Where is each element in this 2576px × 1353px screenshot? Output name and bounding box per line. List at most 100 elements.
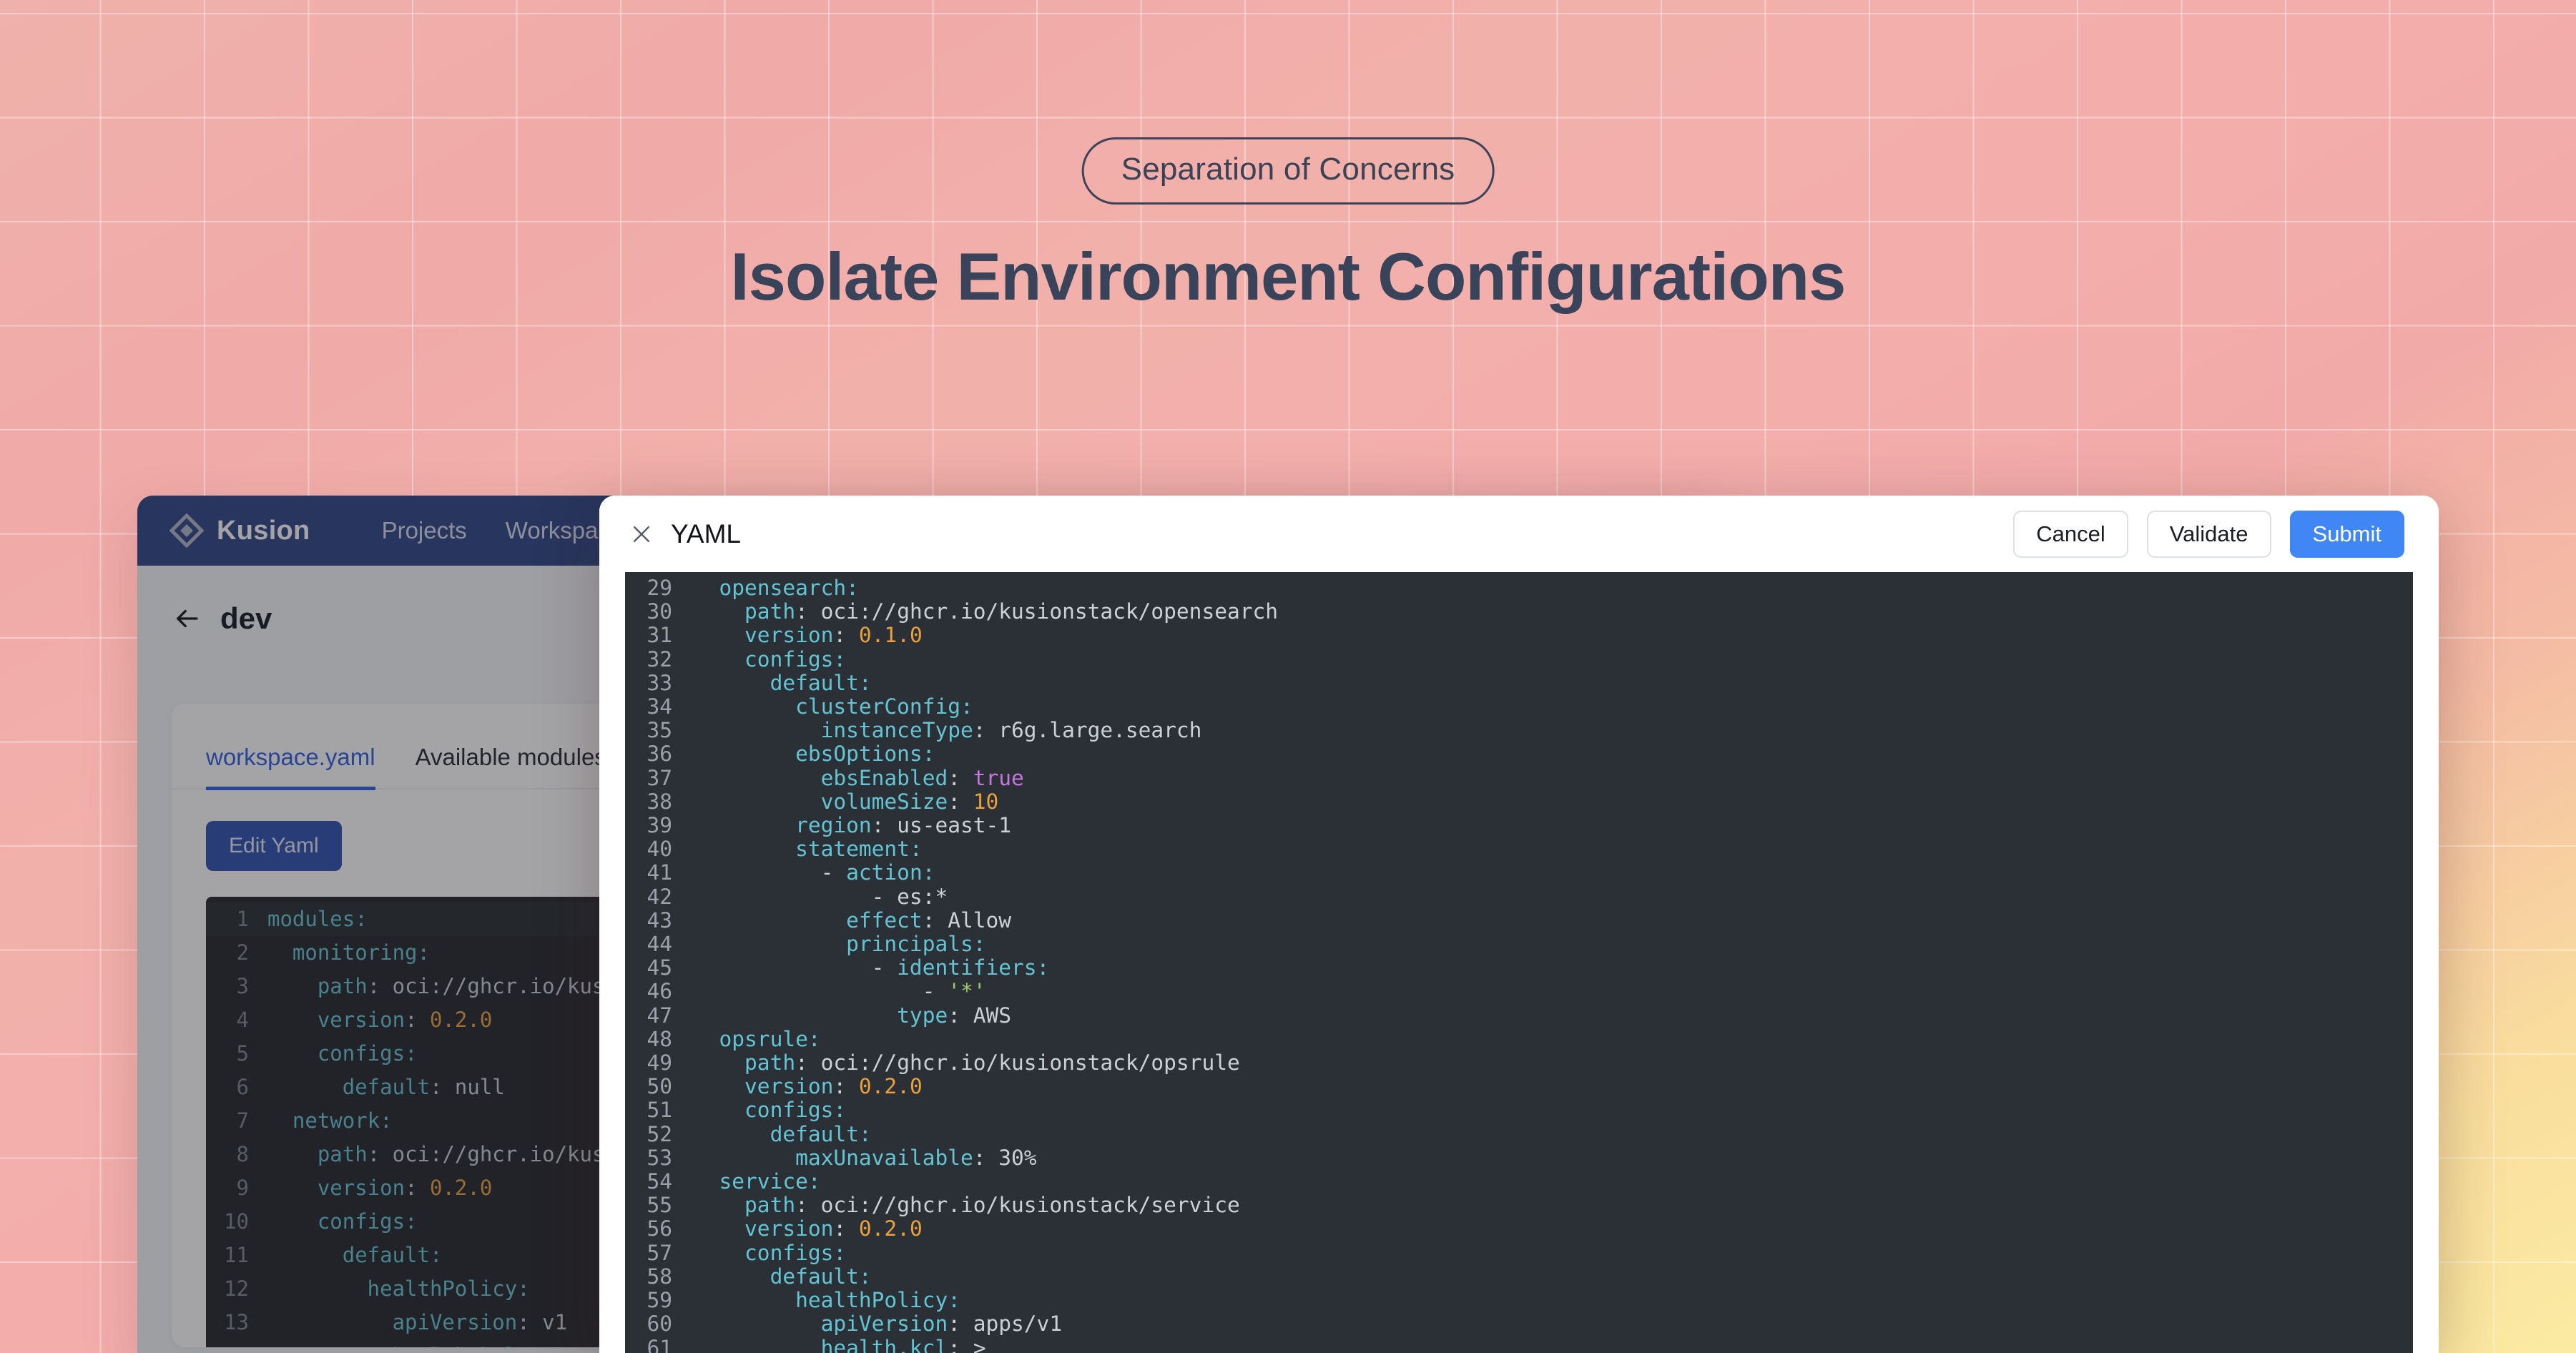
code-line: 29 opensearch: (625, 576, 2413, 600)
line-number: 30 (625, 600, 694, 624)
line-number: 57 (625, 1241, 694, 1265)
code-line: 40 statement: (625, 837, 2413, 861)
line-number: 39 (625, 814, 694, 837)
line-number: 33 (625, 671, 694, 695)
line-number: 59 (625, 1289, 694, 1312)
code-line-text: - action: (694, 861, 935, 885)
code-line-text: path: oci://ghcr.io/kusionstack/service (694, 1194, 1240, 1217)
code-line-text: type: AWS (694, 1004, 1011, 1028)
code-line-text: opensearch: (694, 576, 859, 600)
code-line: 45 - identifiers: (625, 956, 2413, 980)
code-line: 33 default: (625, 671, 2413, 695)
line-number: 58 (625, 1265, 694, 1289)
line-number: 37 (625, 767, 694, 790)
code-line-text: - '*' (694, 980, 986, 1003)
code-line-text: configs: (694, 1241, 846, 1265)
code-line: 47 type: AWS (625, 1004, 2413, 1028)
line-number: 48 (625, 1028, 694, 1051)
validate-button[interactable]: Validate (2147, 511, 2271, 558)
code-line: 55 path: oci://ghcr.io/kusionstack/servi… (625, 1194, 2413, 1217)
line-number: 51 (625, 1098, 694, 1122)
line-number: 61 (625, 1337, 694, 1353)
code-line-text: instanceType: r6g.large.search (694, 719, 1201, 742)
code-line-text: version: 0.2.0 (694, 1217, 923, 1241)
code-line: 56 version: 0.2.0 (625, 1217, 2413, 1241)
line-number: 40 (625, 837, 694, 861)
code-line: 36 ebsOptions: (625, 742, 2413, 766)
code-line: 52 default: (625, 1123, 2413, 1146)
line-number: 43 (625, 909, 694, 933)
line-number: 29 (625, 576, 694, 600)
code-line-text: configs: (694, 648, 846, 671)
line-number: 60 (625, 1312, 694, 1336)
code-line-text: principals: (694, 933, 986, 956)
line-number: 36 (625, 742, 694, 766)
code-line-text: effect: Allow (694, 909, 1011, 933)
code-line: 35 instanceType: r6g.large.search (625, 719, 2413, 742)
page-title: Isolate Environment Configurations (731, 238, 1846, 315)
modal-actions: Cancel Validate Submit (2013, 511, 2404, 558)
line-number: 32 (625, 648, 694, 671)
code-line: 53 maxUnavailable: 30% (625, 1146, 2413, 1170)
modal-header: YAML Cancel Validate Submit (599, 496, 2439, 572)
line-number: 47 (625, 1004, 694, 1028)
code-line-text: maxUnavailable: 30% (694, 1146, 1037, 1170)
code-line: 54 service: (625, 1170, 2413, 1194)
code-line: 44 principals: (625, 933, 2413, 956)
code-line: 59 healthPolicy: (625, 1289, 2413, 1312)
code-line: 43 effect: Allow (625, 909, 2413, 933)
cancel-button[interactable]: Cancel (2013, 511, 2128, 558)
code-line: 51 configs: (625, 1098, 2413, 1122)
code-line-text: default: (694, 671, 872, 695)
code-line-text: version: 0.2.0 (694, 1075, 923, 1098)
code-line: 39 region: us-east-1 (625, 814, 2413, 837)
line-number: 34 (625, 695, 694, 719)
hero-badge: Separation of Concerns (1082, 137, 1495, 205)
code-line: 48 opsrule: (625, 1028, 2413, 1051)
code-line: 50 version: 0.2.0 (625, 1075, 2413, 1098)
line-number: 31 (625, 624, 694, 647)
line-number: 38 (625, 790, 694, 814)
code-line-text: ebsEnabled: true (694, 767, 1024, 790)
code-line-text: statement: (694, 837, 923, 861)
line-number: 53 (625, 1146, 694, 1170)
code-line-text: default: (694, 1265, 872, 1289)
code-line-text: configs: (694, 1098, 846, 1122)
line-number: 42 (625, 885, 694, 909)
hero-section: Separation of Concerns Isolate Environme… (0, 0, 2576, 501)
code-line-text: path: oci://ghcr.io/kusionstack/opsrule (694, 1051, 1240, 1075)
code-line-text: region: us-east-1 (694, 814, 1011, 837)
code-line-text: healthPolicy: (694, 1289, 960, 1312)
code-line: 49 path: oci://ghcr.io/kusionstack/opsru… (625, 1051, 2413, 1075)
code-line-text: opsrule: (694, 1028, 821, 1051)
code-line-text: clusterConfig: (694, 695, 973, 719)
yaml-code-editor[interactable]: 29 opensearch:30 path: oci://ghcr.io/kus… (625, 572, 2413, 1353)
line-number: 45 (625, 956, 694, 980)
line-number: 41 (625, 861, 694, 885)
code-line-text: ebsOptions: (694, 742, 935, 766)
submit-button[interactable]: Submit (2290, 511, 2404, 558)
code-line-text: - es:* (694, 885, 948, 909)
code-line: 42 - es:* (625, 885, 2413, 909)
code-line: 34 clusterConfig: (625, 695, 2413, 719)
close-icon[interactable] (629, 522, 654, 546)
code-line-text: service: (694, 1170, 821, 1194)
code-line-text: apiVersion: apps/v1 (694, 1312, 1062, 1336)
code-line: 38 volumeSize: 10 (625, 790, 2413, 814)
code-line-text: health.kcl: > (694, 1337, 986, 1353)
line-number: 55 (625, 1194, 694, 1217)
code-line: 30 path: oci://ghcr.io/kusionstack/opens… (625, 600, 2413, 624)
line-number: 46 (625, 980, 694, 1003)
line-number: 52 (625, 1123, 694, 1146)
code-line: 58 default: (625, 1265, 2413, 1289)
code-line-text: version: 0.1.0 (694, 624, 923, 647)
code-line: 57 configs: (625, 1241, 2413, 1265)
code-line: 41 - action: (625, 861, 2413, 885)
code-line-text: - identifiers: (694, 956, 1049, 980)
yaml-editor-modal: YAML Cancel Validate Submit 29 opensearc… (599, 496, 2439, 1353)
line-number: 49 (625, 1051, 694, 1075)
line-number: 50 (625, 1075, 694, 1098)
code-line: 46 - '*' (625, 980, 2413, 1003)
code-line: 60 apiVersion: apps/v1 (625, 1312, 2413, 1336)
code-line-text: path: oci://ghcr.io/kusionstack/opensear… (694, 600, 1278, 624)
